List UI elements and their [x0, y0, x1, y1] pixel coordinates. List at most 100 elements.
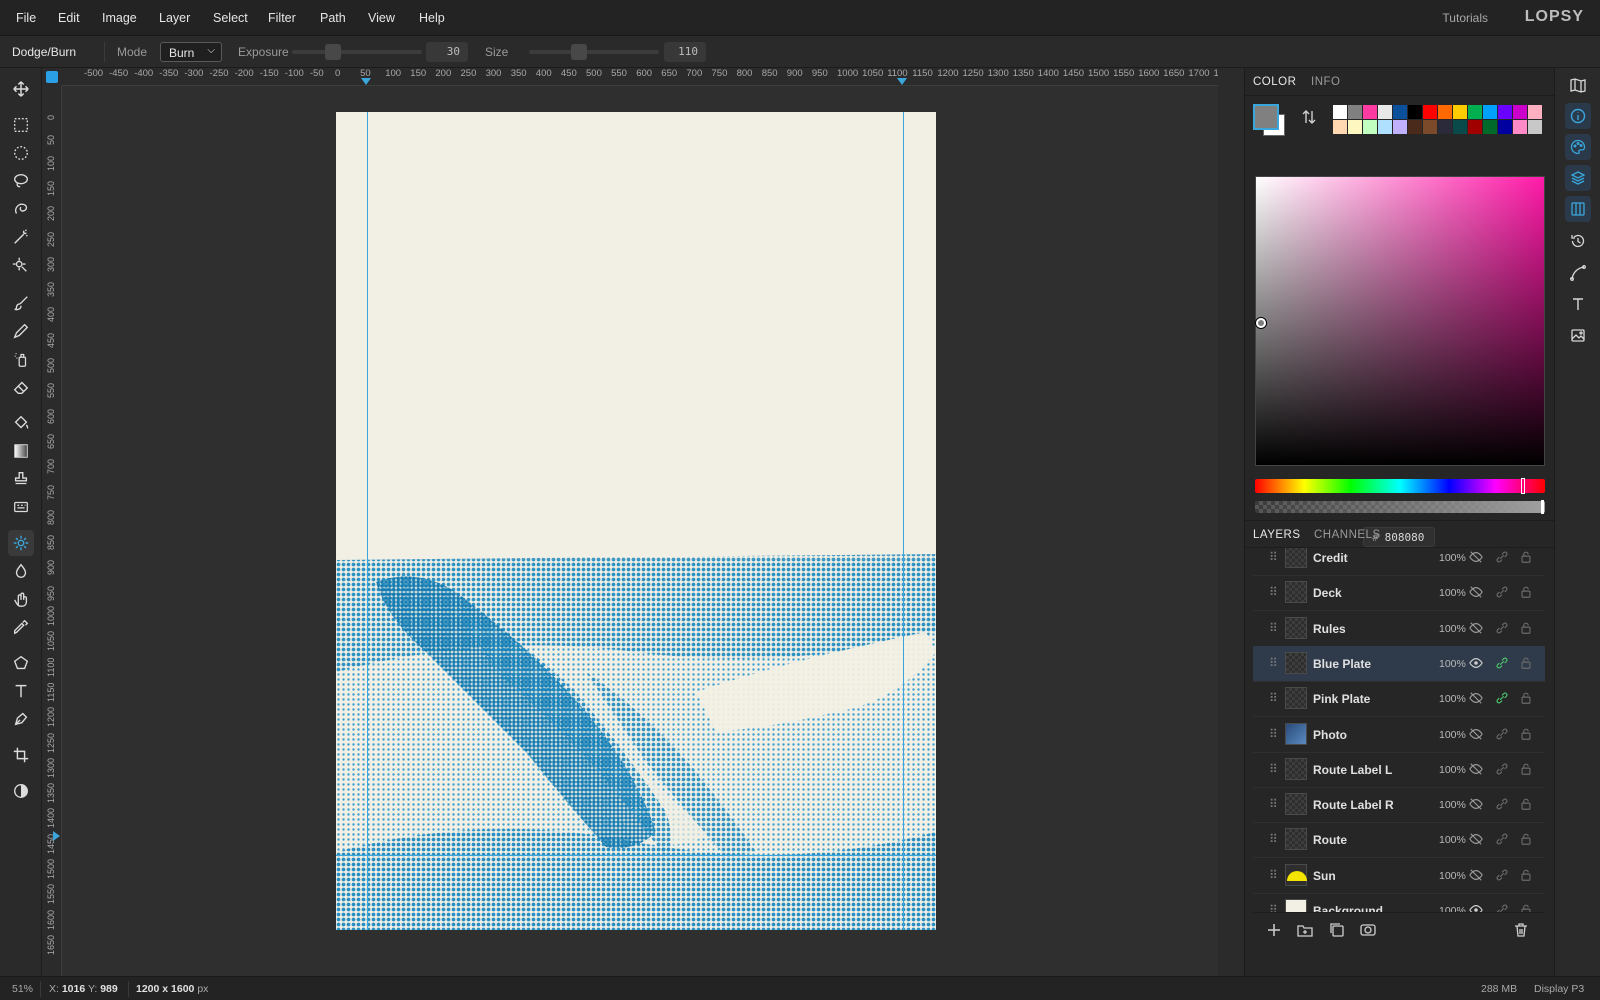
menu-view[interactable]: View [368, 11, 395, 25]
eye-off-icon[interactable] [1469, 727, 1483, 741]
drag-handle-icon[interactable]: ⠿ [1269, 621, 1278, 635]
eye-off-icon[interactable] [1469, 797, 1483, 811]
curve-icon[interactable] [1565, 260, 1591, 286]
ellipse-select-icon[interactable] [8, 140, 34, 166]
move-icon[interactable] [8, 76, 34, 102]
eraser-icon[interactable] [8, 374, 34, 400]
quick-select-icon[interactable] [8, 252, 34, 278]
document-canvas[interactable] [336, 112, 936, 930]
color-swatch[interactable] [1498, 120, 1512, 134]
magnetic-lasso-icon[interactable] [8, 196, 34, 222]
menu-path[interactable]: Path [320, 11, 346, 25]
eye-off-icon[interactable] [1469, 868, 1483, 882]
dodge-burn-icon[interactable] [8, 530, 34, 556]
guide-vertical-right[interactable] [903, 112, 904, 930]
info-icon[interactable] [1565, 103, 1591, 129]
clone-stamp-icon[interactable] [8, 466, 34, 492]
paint-bucket-icon[interactable] [8, 410, 34, 436]
text-icon[interactable] [8, 678, 34, 704]
ruler-vertical[interactable]: 0 50 100 150 200 250 300 350 400 450 500 550 600 650 7… [43, 86, 62, 976]
color-swatch[interactable] [1363, 120, 1377, 134]
link-icon[interactable] [1495, 585, 1509, 599]
layer-opacity[interactable]: 100% [1439, 799, 1466, 811]
swap-colors-icon[interactable] [1301, 109, 1317, 125]
alpha-slider[interactable] [1255, 500, 1545, 514]
color-swatch[interactable] [1528, 120, 1542, 134]
color-swatch[interactable] [1333, 120, 1347, 134]
contrast-icon[interactable] [8, 778, 34, 804]
exposure-slider[interactable] [292, 44, 422, 60]
link-icon[interactable] [1495, 550, 1509, 564]
lock-icon[interactable] [1519, 727, 1533, 741]
ruler-horizontal[interactable]: -500 -450 -400 -350 -300 -250 -200 -150 -100 -50 0… [62, 68, 1218, 86]
exposure-slider-thumb[interactable] [325, 44, 341, 60]
color-swatch[interactable] [1498, 105, 1512, 119]
layer-row[interactable]: ⠿ Route Label L 100% [1253, 752, 1545, 788]
tab-layers[interactable]: LAYERS [1253, 529, 1301, 541]
drag-handle-icon[interactable]: ⠿ [1269, 868, 1278, 882]
crop-icon[interactable] [8, 742, 34, 768]
layer-row[interactable]: ⠿ Rules 100% [1253, 611, 1545, 647]
link-icon[interactable] [1495, 903, 1509, 912]
color-swatch[interactable] [1528, 105, 1542, 119]
layer-row[interactable]: ⠿ Pink Plate 100% [1253, 681, 1545, 718]
layer-opacity[interactable]: 100% [1439, 834, 1466, 846]
layer-row[interactable]: ⠿ Sun 100% [1253, 858, 1545, 894]
layer-opacity[interactable]: 100% [1439, 587, 1466, 599]
layer-opacity[interactable]: 100% [1439, 552, 1466, 564]
menu-edit[interactable]: Edit [58, 11, 80, 25]
layer-opacity[interactable]: 100% [1439, 905, 1466, 912]
map-icon[interactable] [1565, 72, 1591, 98]
menu-file[interactable]: File [16, 11, 36, 25]
color-swatch[interactable] [1513, 105, 1527, 119]
color-swatch[interactable] [1513, 120, 1527, 134]
tab-channels[interactable]: CHANNELS [1314, 529, 1381, 541]
lock-icon[interactable] [1519, 832, 1533, 846]
color-swatch[interactable] [1348, 120, 1362, 134]
color-swatch[interactable] [1378, 105, 1392, 119]
add-group-icon[interactable] [1297, 922, 1313, 938]
color-swatch[interactable] [1468, 120, 1482, 134]
eye-off-icon[interactable] [1469, 762, 1483, 776]
color-swatch[interactable] [1483, 105, 1497, 119]
drag-handle-icon[interactable]: ⠿ [1269, 762, 1278, 776]
link-icon[interactable] [1495, 762, 1509, 776]
tab-info[interactable]: INFO [1311, 76, 1340, 88]
lock-icon[interactable] [1519, 585, 1533, 599]
hue-slider[interactable] [1255, 478, 1545, 494]
ruler-origin-marker[interactable] [46, 71, 58, 83]
pattern-stamp-icon[interactable] [8, 494, 34, 520]
color-swatch[interactable] [1453, 120, 1467, 134]
add-layer-icon[interactable] [1266, 922, 1282, 938]
color-swatch[interactable] [1333, 105, 1347, 119]
magic-wand-icon[interactable] [8, 224, 34, 250]
color-swatch[interactable] [1408, 120, 1422, 134]
link-icon[interactable] [1495, 797, 1509, 811]
drag-handle-icon[interactable]: ⠿ [1269, 585, 1278, 599]
layer-opacity[interactable]: 100% [1439, 658, 1466, 670]
lock-icon[interactable] [1519, 621, 1533, 635]
lock-icon[interactable] [1519, 903, 1533, 912]
columns-icon[interactable] [1565, 196, 1591, 222]
mode-select[interactable]: Burn ⌵ [160, 42, 222, 62]
type-icon[interactable] [1565, 291, 1591, 317]
color-swatch[interactable] [1363, 105, 1377, 119]
menu-image[interactable]: Image [102, 11, 137, 25]
alpha-slider-handle[interactable] [1541, 500, 1544, 514]
layers-icon[interactable] [1565, 165, 1591, 191]
menu-layer[interactable]: Layer [159, 11, 190, 25]
link-icon[interactable] [1495, 868, 1509, 882]
layer-row[interactable]: ⠿ Route 100% [1253, 822, 1545, 859]
rect-select-icon[interactable] [8, 112, 34, 138]
brush-icon[interactable] [8, 290, 34, 316]
layer-opacity[interactable]: 100% [1439, 729, 1466, 741]
delete-layer-icon[interactable] [1513, 922, 1529, 938]
link-icon[interactable] [1495, 691, 1509, 705]
eye-off-icon[interactable] [1469, 550, 1483, 564]
layer-row[interactable]: ⠿ Credit 100% [1253, 548, 1545, 576]
color-swatch[interactable] [1378, 120, 1392, 134]
drag-handle-icon[interactable]: ⠿ [1269, 797, 1278, 811]
layer-row[interactable]: ⠿ Background 100% [1253, 893, 1545, 912]
link-icon[interactable] [1495, 656, 1509, 670]
smudge-icon[interactable] [8, 586, 34, 612]
